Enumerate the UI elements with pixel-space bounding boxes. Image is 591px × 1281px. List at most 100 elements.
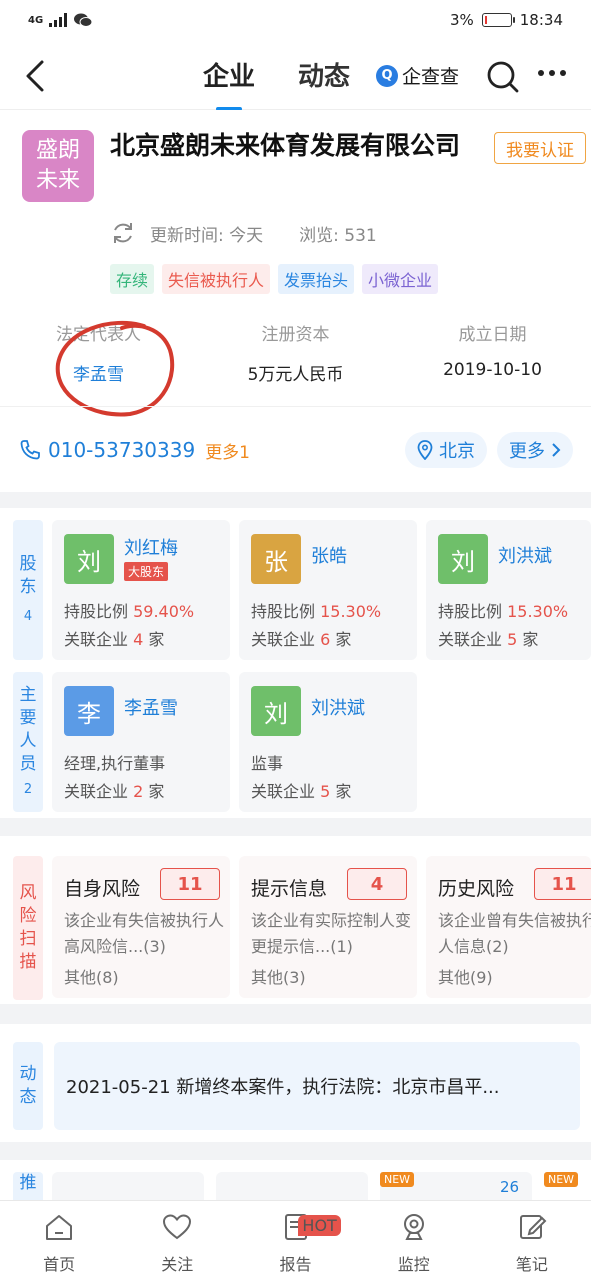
related-label: 关联企业: [64, 630, 129, 649]
dynamic-label[interactable]: 动 态: [13, 1042, 43, 1130]
recommend-label[interactable]: 推: [13, 1172, 43, 1200]
related-count: 4: [133, 630, 144, 649]
hot-badge: HOT: [298, 1215, 341, 1236]
risk-title: 历史风险: [438, 878, 515, 900]
recommend-card[interactable]: [52, 1172, 204, 1200]
risk-card-history[interactable]: 历史风险 11 该企业曾有失信被执行人信息(2) 其他(9): [426, 856, 591, 998]
shareholder-name[interactable]: 刘红梅: [124, 534, 178, 560]
staff-name[interactable]: 刘洪斌: [311, 694, 365, 720]
shareholder-card[interactable]: 刘 刘洪斌 持股比例 15.30% 关联企业 5 家: [426, 520, 591, 660]
risk-other: 其他(3): [251, 968, 306, 987]
recommend-number: 26: [500, 1178, 520, 1196]
phone-number[interactable]: 010-53730339: [48, 438, 195, 462]
share-ratio: 持股比例 15.30%: [438, 598, 568, 622]
staff-label-char: 主: [19, 684, 37, 705]
search-icon[interactable]: [486, 60, 520, 94]
camera-icon: [403, 1214, 424, 1240]
risk-card-self[interactable]: 自身风险 11 该企业有失信被执行人高风险信...(3) 其他(8): [52, 856, 230, 998]
found-date-col: 成立日期 2019-10-10: [394, 320, 591, 385]
tab-label: 笔记: [515, 1255, 548, 1274]
share-ratio: 持股比例 59.40%: [64, 598, 194, 622]
view-count: 浏览: 531: [299, 225, 377, 246]
refresh-icon[interactable]: [110, 220, 136, 246]
related-label: 关联企业: [438, 630, 503, 649]
major-shareholder-badge: 大股东: [124, 562, 169, 581]
shareholder-card[interactable]: 张 张皓 持股比例 15.30% 关联企业 6 家: [239, 520, 417, 660]
company-logo: 盛朗 未来: [22, 130, 94, 202]
tag-invoice[interactable]: 发票抬头: [278, 264, 355, 294]
related-companies: 关联企业 2 家: [64, 778, 164, 802]
dynamic-news-item[interactable]: 2021-05-21 新增终本案件，执行法院：北京市昌平...: [54, 1042, 580, 1130]
shareholder-card[interactable]: 刘 刘红梅 大股东 持股比例 59.40% 关联企业 4 家: [52, 520, 230, 660]
share-ratio-label: 持股比例: [64, 602, 129, 621]
tab-follow[interactable]: 关注: [118, 1201, 236, 1281]
shareholders-label-char: 股: [19, 553, 37, 574]
more-info-button[interactable]: 更多: [497, 432, 573, 468]
tab-dynamic[interactable]: 动态: [298, 56, 350, 93]
certify-button[interactable]: 我要认证: [494, 132, 586, 164]
related-companies: 关联企业 4 家: [64, 626, 164, 650]
related-companies: 关联企业 5 家: [251, 778, 351, 802]
shareholder-name[interactable]: 刘洪斌: [498, 542, 552, 568]
avatar: 刘: [251, 686, 301, 736]
dynamic-label-char: 动: [19, 1064, 37, 1084]
tab-home[interactable]: 首页: [0, 1201, 118, 1281]
tab-label: 监控: [397, 1255, 430, 1274]
related-unit: 家: [522, 630, 539, 649]
share-ratio: 持股比例 15.30%: [251, 598, 381, 622]
staff-card[interactable]: 李 李孟雪 经理,执行董事 关联企业 2 家: [52, 672, 230, 812]
contact-row: 010-53730339 更多1 北京 更多: [0, 408, 591, 492]
back-arrow-icon[interactable]: [22, 58, 52, 94]
tag-small-business[interactable]: 小微企业: [362, 264, 439, 294]
risk-label-char: 描: [19, 952, 37, 972]
risk-desc: 该企业曾有失信被执行人信息(2): [438, 911, 591, 956]
related-unit: 家: [148, 630, 165, 649]
bottom-tab-bar: 首页 关注 HOT 报告 监控 笔记: [0, 1200, 591, 1281]
wechat-icon: [74, 13, 93, 27]
staff-card[interactable]: 刘 刘洪斌 监事 关联企业 5 家: [239, 672, 417, 812]
dynamic-section: 动 态 2021-05-21 新增终本案件，执行法院：北京市昌平...: [0, 1024, 591, 1142]
related-count: 5: [320, 782, 331, 801]
battery-percent: 3%: [449, 11, 474, 29]
top-nav: 企业 动态 Q 企查查: [0, 40, 591, 110]
risk-desc: 该企业有实际控制人变更提示信...(1): [251, 911, 412, 956]
tab-monitor[interactable]: 监控: [355, 1201, 473, 1281]
note-icon: [519, 1215, 547, 1239]
staff-label[interactable]: 主 要 人 员 2: [13, 672, 43, 812]
share-ratio-label: 持股比例: [251, 602, 316, 621]
status-bar: 4G 3% 18:34: [0, 0, 591, 40]
location-label: 北京: [439, 441, 475, 462]
dynamic-label-char: 态: [19, 1087, 37, 1107]
risk-card-notice[interactable]: 提示信息 4 该企业有实际控制人变更提示信...(1) 其他(3): [239, 856, 417, 998]
shareholder-name[interactable]: 张皓: [311, 542, 347, 568]
share-ratio-label: 持股比例: [438, 602, 503, 621]
risk-label-char: 风: [19, 883, 37, 903]
risk-count: 11: [534, 868, 591, 900]
location-button[interactable]: 北京: [405, 432, 487, 468]
more-menu-icon[interactable]: [538, 70, 566, 76]
related-companies: 关联企业 5 家: [438, 626, 538, 650]
risk-label-char: 险: [19, 906, 37, 926]
staff-name[interactable]: 李孟雪: [124, 694, 178, 720]
clock: 18:34: [519, 11, 563, 29]
tab-notes[interactable]: 笔记: [473, 1201, 591, 1281]
update-time: 更新时间: 今天: [150, 225, 264, 246]
risk-label[interactable]: 风 险 扫 描: [13, 856, 43, 1000]
shareholders-label[interactable]: 股 东 4: [13, 520, 43, 660]
found-date-label: 成立日期: [458, 325, 527, 345]
phone-icon[interactable]: [18, 438, 42, 462]
tab-report[interactable]: HOT 报告: [236, 1201, 354, 1281]
risk-section: 风 险 扫 描 自身风险 11 该企业有失信被执行人高风险信...(3) 其他(…: [0, 836, 591, 1004]
tag-dishonest[interactable]: 失信被执行人: [162, 264, 271, 294]
legal-rep-link[interactable]: 李孟雪: [0, 360, 197, 385]
divider: [0, 406, 591, 407]
tab-company[interactable]: 企业: [203, 56, 255, 93]
company-meta: 更新时间: 今天 浏览: 531: [110, 220, 377, 246]
risk-count: 4: [347, 868, 407, 900]
tag-status[interactable]: 存续: [110, 264, 155, 294]
phone-more-link[interactable]: 更多1: [205, 438, 250, 463]
qcc-logo-icon: Q: [376, 64, 398, 87]
staff-count: 2: [23, 781, 33, 797]
recommend-card[interactable]: [216, 1172, 368, 1200]
shareholders-count: 4: [23, 608, 33, 624]
